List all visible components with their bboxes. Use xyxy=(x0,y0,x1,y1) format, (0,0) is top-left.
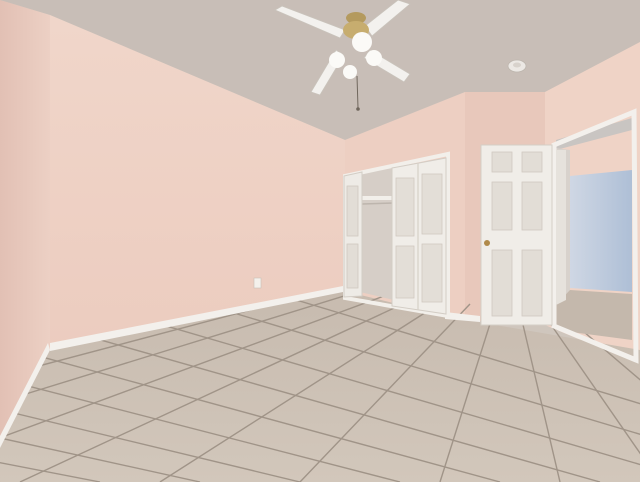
closet-interior xyxy=(360,168,394,300)
bedroom-photo xyxy=(0,0,640,482)
closet-door-right[interactable] xyxy=(391,157,447,315)
bedroom-door[interactable] xyxy=(480,144,553,326)
door-edge xyxy=(556,150,566,305)
closet-door-left[interactable] xyxy=(343,171,363,298)
closet-shelf xyxy=(362,196,394,200)
closet-rod xyxy=(361,202,395,205)
smoke-detector-icon xyxy=(507,59,527,73)
door-knob-icon[interactable] xyxy=(484,240,490,246)
outlet-icon xyxy=(253,277,262,289)
hallway-wall xyxy=(570,170,632,292)
